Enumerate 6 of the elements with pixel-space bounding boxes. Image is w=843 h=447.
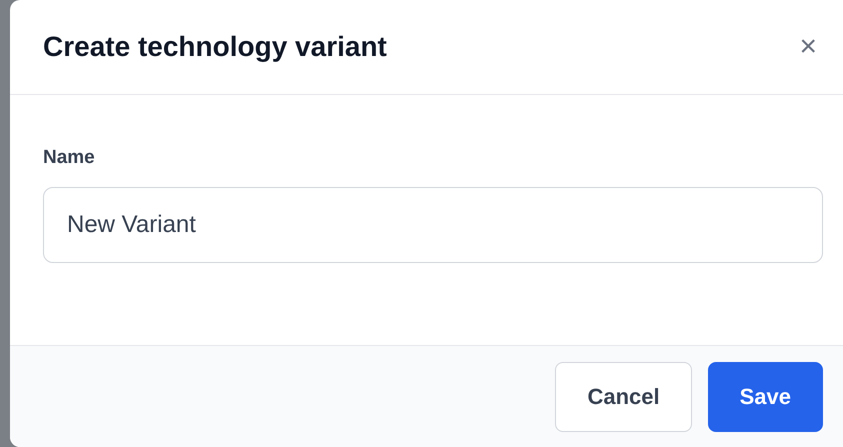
save-button[interactable]: Save xyxy=(708,362,823,432)
close-button[interactable]: × xyxy=(795,32,821,62)
field-label: Name xyxy=(43,147,96,169)
name-input-field[interactable]: New Variant xyxy=(43,187,823,263)
dialog-title: Create technology variant xyxy=(43,31,387,63)
cancel-button[interactable]: Cancel xyxy=(555,362,692,432)
